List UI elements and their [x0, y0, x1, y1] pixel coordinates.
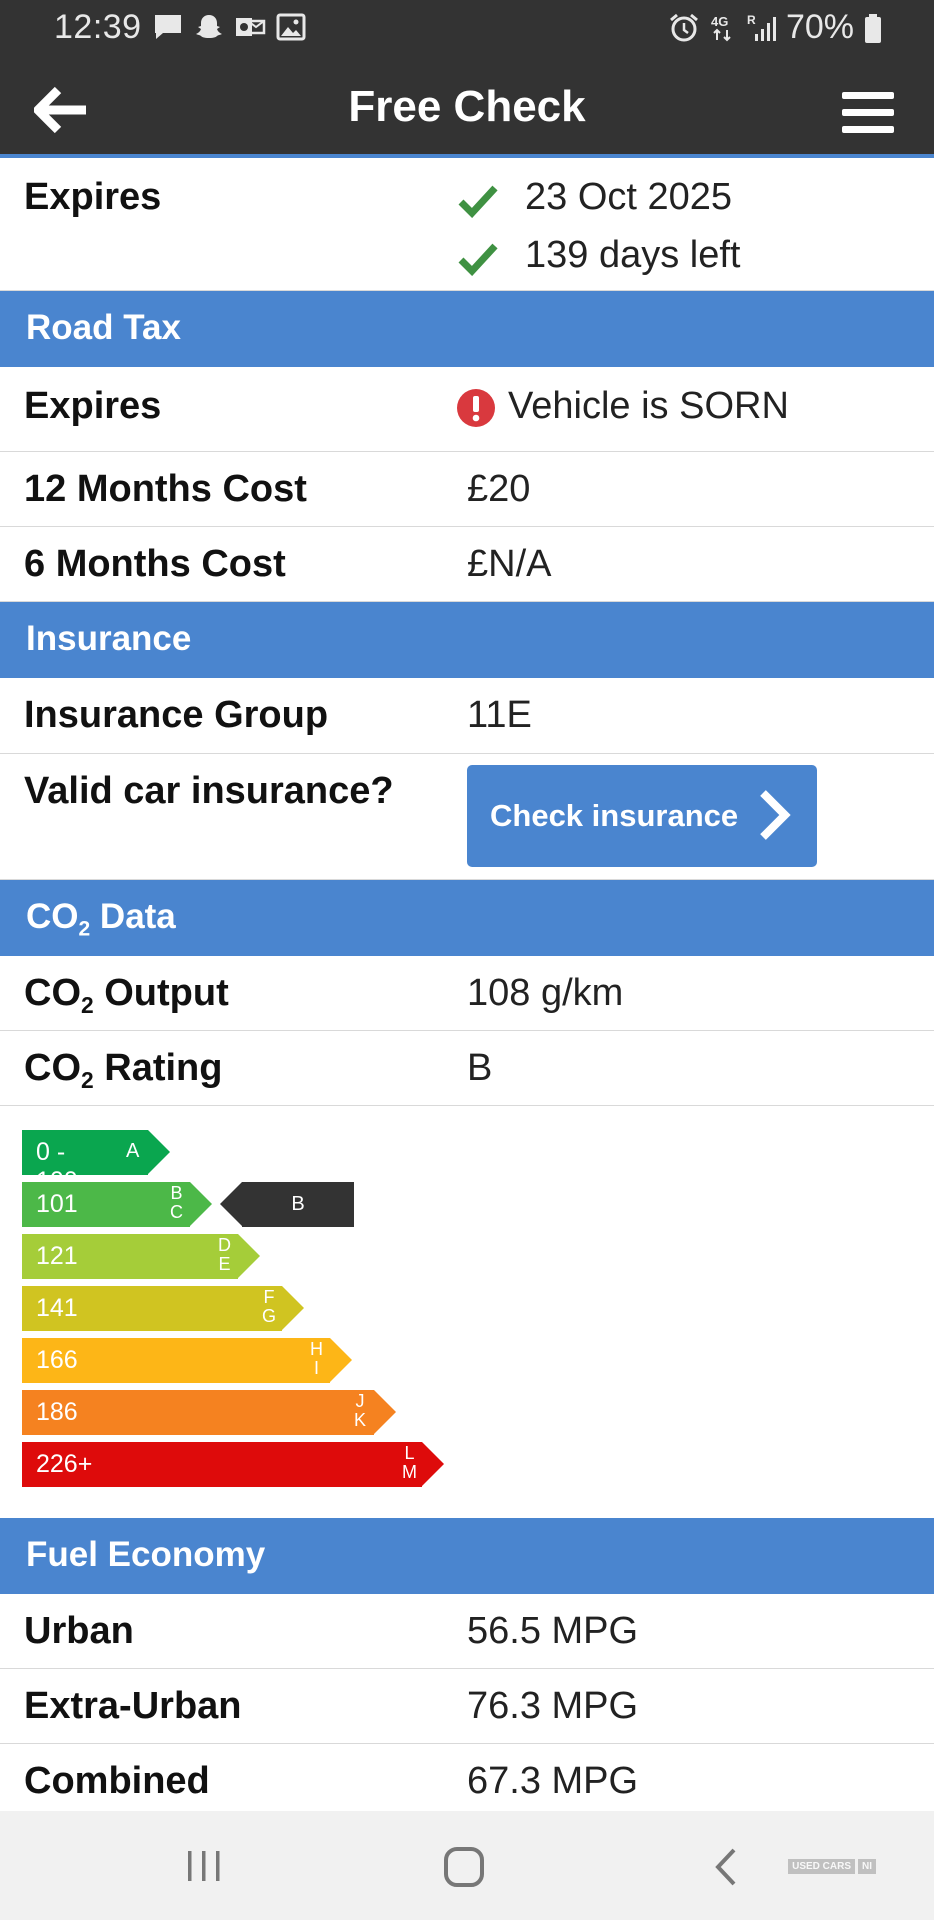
cost-12-months-value: £20 [467, 468, 531, 510]
system-nav-bar: USED CARS NI [0, 1811, 934, 1920]
co2-band-arrow [282, 1286, 304, 1330]
watermark: USED CARS NI [788, 1859, 876, 1874]
co2-band-arrow [190, 1182, 212, 1226]
co2-band-letters: LM [402, 1443, 417, 1482]
co2-band-arrow [238, 1234, 260, 1278]
back-icon[interactable] [712, 1847, 740, 1887]
extra-urban-label: Extra-Urban [24, 1685, 242, 1727]
notification-icons [152, 12, 307, 42]
status-time: 12:39 [54, 8, 142, 46]
roaming-signal-icon: R [747, 13, 776, 41]
battery-percent: 70% [785, 8, 854, 46]
insurance-group-row: Insurance Group 11E [0, 678, 934, 754]
co2-band-range: 226+ [36, 1450, 93, 1478]
road-tax-expires-row: Expires Vehicle is SORN [0, 367, 934, 452]
co2-output-value: 108 g/km [467, 972, 624, 1014]
snapchat-icon [196, 15, 222, 38]
check-insurance-label: Check insurance [490, 798, 739, 833]
extra-urban-value: 76.3 MPG [467, 1685, 639, 1727]
road-tax-12-month-row: 12 Months Cost £20 [0, 452, 934, 527]
check-icon [458, 243, 498, 276]
co2-rating-value: B [467, 1047, 493, 1089]
road-tax-6-month-row: 6 Months Cost £N/A [0, 527, 934, 602]
fuel-urban-row: Urban 56.5 MPG [0, 1594, 934, 1669]
gallery-icon [276, 13, 306, 41]
co2-band-arrow [148, 1130, 170, 1174]
co2-band-arrow [330, 1338, 352, 1382]
recent-apps-icon[interactable] [184, 1849, 224, 1883]
road-tax-heading: Road Tax [0, 291, 934, 367]
fuel-extra-urban-row: Extra-Urban 76.3 MPG [0, 1669, 934, 1744]
co2-heading: CO2 Data [0, 880, 934, 956]
cost-12-months-label: 12 Months Cost [24, 468, 307, 510]
page-title: Free Check [348, 82, 586, 131]
co2-band-letters: A [126, 1140, 140, 1162]
insurance-heading: Insurance [0, 602, 934, 678]
co2-rating-bands: 0 - 100A101 - 120BCB121 - 140DE141 - 165… [22, 1130, 492, 1510]
main-content: Expires 23 Oct 2025 139 days left Road T… [0, 158, 934, 1811]
co2-band-letters: DE [218, 1235, 231, 1274]
insurance-valid-row: Valid car insurance? Check insurance [0, 754, 934, 880]
mot-expiry-date: 23 Oct 2025 [525, 176, 733, 218]
system-icons: 4G R 70% [668, 8, 882, 47]
co2-band-letters: JK [354, 1391, 367, 1430]
combined-label: Combined [24, 1760, 210, 1802]
battery-icon [865, 13, 881, 43]
insurance-group-value: 11E [467, 694, 532, 736]
mot-days-left: 139 days left [525, 234, 741, 276]
4g-data-icon: 4G [711, 14, 731, 41]
check-icon [458, 185, 498, 218]
co2-output-label: CO2 Output [24, 972, 229, 1018]
road-tax-expires-label: Expires [24, 385, 162, 427]
urban-label: Urban [24, 1610, 134, 1652]
co2-band-arrow [374, 1390, 396, 1434]
insurance-group-label: Insurance Group [24, 694, 329, 736]
co2-band-letters: FG [262, 1287, 277, 1326]
outlook-icon [236, 18, 266, 36]
message-icon [155, 15, 181, 39]
co2-band-arrow [422, 1442, 444, 1486]
status-bar: 12:39 4G R 70% [0, 0, 934, 58]
co2-rating-row: CO2 Rating B [0, 1031, 934, 1106]
svg-text:R: R [747, 13, 756, 27]
app-bar: Free Check [0, 58, 934, 158]
home-icon[interactable] [443, 1846, 485, 1888]
mot-expires-label: Expires [24, 176, 162, 218]
fuel-economy-heading: Fuel Economy [0, 1518, 934, 1594]
co2-output-row: CO2 Output 108 g/km [0, 956, 934, 1031]
hamburger-menu-icon[interactable] [842, 92, 894, 134]
cost-6-months-label: 6 Months Cost [24, 543, 286, 585]
road-tax-status: Vehicle is SORN [508, 385, 789, 427]
cost-6-months-value: £N/A [467, 543, 552, 585]
co2-band-letters: HI [310, 1339, 323, 1378]
combined-value: 67.3 MPG [467, 1760, 639, 1802]
co2-rating-label: CO2 Rating [24, 1047, 223, 1093]
mot-expires-row: Expires 23 Oct 2025 139 days left [0, 158, 934, 291]
svg-text:4G: 4G [711, 14, 728, 29]
urban-value: 56.5 MPG [467, 1610, 639, 1652]
valid-insurance-label: Valid car insurance? [24, 770, 394, 812]
co2-band-letters: BC [170, 1183, 183, 1222]
alarm-icon [669, 13, 698, 41]
fuel-combined-row: Combined 67.3 MPG [0, 1744, 934, 1811]
check-insurance-button[interactable]: Check insurance [467, 765, 817, 867]
chevron-right-icon [760, 790, 791, 840]
alert-icon [457, 389, 495, 427]
